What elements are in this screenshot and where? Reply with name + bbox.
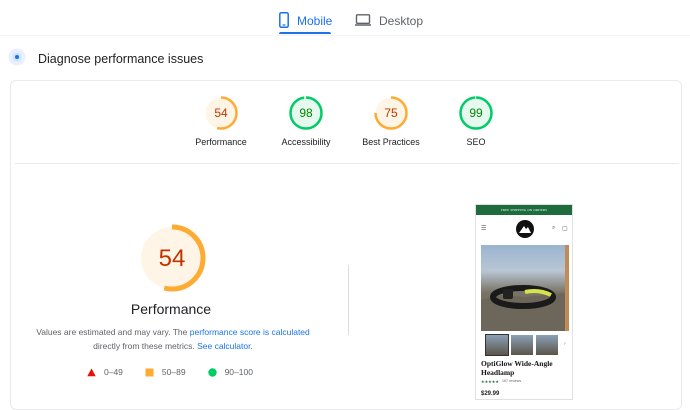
- circle-icon: [207, 367, 217, 377]
- product-price: $29.99: [481, 391, 500, 397]
- performance-score-large: 54: [159, 245, 186, 272]
- product-image-next: [565, 245, 569, 331]
- performance-title: Performance: [130, 301, 212, 317]
- gauge-seo-value: 99: [469, 106, 483, 120]
- performance-gauge-large: 54: [137, 223, 207, 293]
- thumbnail: [485, 334, 509, 356]
- triangle-icon: [87, 368, 96, 376]
- gauge-best-practices-value: 75: [384, 106, 398, 120]
- legend-fail-range: 0–49: [104, 367, 123, 377]
- gauge-best-practices[interactable]: 75 Best Practices: [346, 95, 436, 147]
- mobile-phone-icon: [279, 11, 289, 31]
- see-calculator-link[interactable]: See calculator.: [197, 341, 253, 351]
- gauge-seo-label: SEO: [466, 137, 486, 147]
- square-icon: [145, 368, 154, 376]
- gauge-performance[interactable]: 54 Performance: [176, 95, 266, 147]
- gauge-accessibility[interactable]: 98 Accessibility: [261, 95, 351, 147]
- tab-desktop-label: Desktop: [379, 14, 424, 28]
- score-summary: 54 Performance 98 Accessibility 75 Best …: [11, 95, 683, 155]
- note-prefix: Values are estimated and may vary. The: [36, 327, 190, 337]
- tabs-divider: [0, 35, 690, 36]
- section-divider: [348, 265, 349, 335]
- legend-pass-range: 90–100: [224, 367, 253, 377]
- legend-average: 50–89: [145, 367, 186, 377]
- bag-icon: ▢: [562, 226, 568, 232]
- summary-divider: [15, 163, 679, 164]
- product-thumbnails: [485, 334, 558, 356]
- menu-icon: ☰: [481, 226, 487, 232]
- thumbnail: [536, 335, 558, 355]
- product-stars: ★★★★★: [481, 379, 499, 384]
- thumbnail: [511, 335, 533, 355]
- diagnose-title: Diagnose performance issues: [38, 52, 204, 66]
- diagnose-header: Diagnose performance issues: [8, 48, 203, 70]
- active-tab-indicator: [279, 32, 331, 34]
- tab-desktop[interactable]: Desktop: [355, 8, 423, 34]
- performance-note: Values are estimated and may vary. The p…: [21, 325, 325, 353]
- score-calculated-link[interactable]: performance score is calculated: [190, 327, 310, 337]
- promo-banner: FREE SHIPPING ON ORDERS: [476, 205, 572, 215]
- legend-average-range: 50–89: [161, 367, 186, 377]
- chevron-right-icon: ›: [564, 341, 566, 347]
- legend-fail: 0–49: [87, 367, 123, 377]
- report-card: 54 Performance 98 Accessibility 75 Best …: [10, 80, 682, 410]
- gauge-accessibility-label: Accessibility: [281, 137, 331, 147]
- legend-pass: 90–100: [207, 367, 253, 377]
- gauge-performance-value: 54: [214, 106, 228, 120]
- gauge-seo[interactable]: 99 SEO: [431, 95, 521, 147]
- product-reviews: 167 reviews: [502, 379, 522, 383]
- store-logo: [516, 220, 534, 238]
- desktop-monitor-icon: [355, 13, 371, 29]
- search-icon: ⌕: [552, 225, 556, 231]
- product-image: [481, 245, 565, 331]
- score-legend: 0–49 50–89 90–100: [87, 367, 275, 377]
- store-header: ☰ ⌕ ▢: [476, 215, 572, 241]
- tab-mobile-label: Mobile: [297, 14, 333, 28]
- gauge-best-practices-label: Best Practices: [362, 137, 420, 147]
- page-screenshot[interactable]: FREE SHIPPING ON ORDERS ☰ ⌕ ▢ › OptiGlow…: [475, 204, 573, 400]
- tab-mobile[interactable]: Mobile: [279, 8, 332, 34]
- gauge-accessibility-value: 98: [299, 106, 313, 120]
- gauge-performance-label: Performance: [195, 137, 247, 147]
- product-title: OptiGlow Wide-Angle Headlamp: [481, 359, 553, 377]
- device-tabs: Mobile Desktop: [0, 0, 690, 36]
- note-mid: directly from these metrics.: [93, 341, 195, 351]
- lighthouse-icon: [8, 48, 26, 71]
